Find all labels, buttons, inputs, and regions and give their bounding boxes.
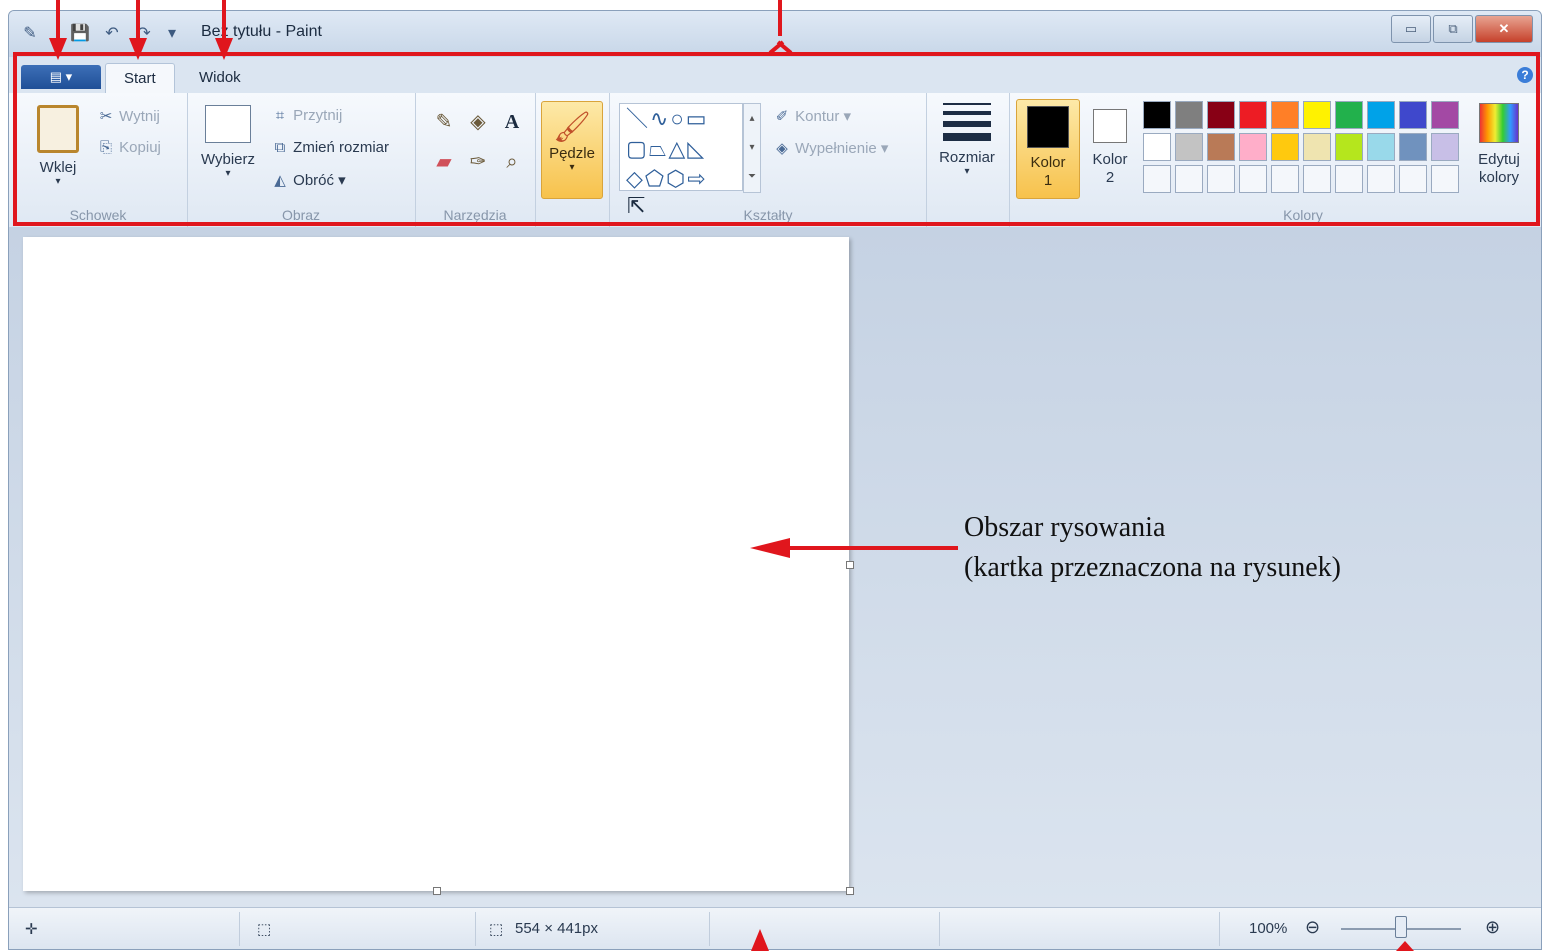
annotation-canvas-arrow-line (788, 546, 958, 550)
maximize-button[interactable]: ⧉ (1433, 15, 1473, 43)
save-icon[interactable]: 💾 (69, 23, 91, 45)
window-controls: ▭ ⧉ ✕ (1391, 15, 1533, 43)
annotation-canvas-text: Obszar rysowania (kartka przeznaczona na… (964, 508, 1341, 588)
minimize-button[interactable]: ▭ (1391, 15, 1431, 43)
zoom-in-button[interactable]: ⊕ (1485, 917, 1500, 938)
paint-app-icon[interactable]: ✎ (19, 23, 41, 45)
undo-icon[interactable]: ↶ (101, 23, 123, 45)
annotation-canvas-arrow-head (750, 538, 790, 558)
zoom-out-button[interactable]: ⊖ (1305, 917, 1320, 938)
image-size-text: 554 × 441px (515, 920, 598, 937)
annotation-line-2: (kartka przeznaczona na rysunek) (964, 552, 1342, 583)
annotation-arrow-start-line (136, 0, 140, 40)
selection-size-icon: ⬚ (257, 921, 272, 938)
annotation-arrow-file-line (56, 0, 60, 40)
annotation-arrow-file-head (49, 38, 67, 60)
annotation-line-1: Obszar rysowania (964, 512, 1166, 543)
zoom-level: 100% (1249, 920, 1288, 937)
image-size-icon: ⬚ (489, 921, 504, 938)
annotation-arrow-view-head (215, 38, 233, 60)
annotation-arrow-zoom-head (1396, 941, 1414, 951)
annotation-ribbon-bracket-stem (778, 0, 782, 36)
cursor-position-icon: ✛ (25, 921, 38, 938)
drawing-canvas[interactable] (23, 237, 849, 891)
annotation-arrow-view-line (222, 0, 226, 40)
ribbon-highlight-frame (13, 52, 1540, 226)
close-button[interactable]: ✕ (1475, 15, 1533, 43)
annotation-arrow-statusbar-head (751, 929, 769, 951)
zoom-slider-thumb[interactable] (1395, 916, 1407, 938)
canvas-resize-handle-bottom[interactable] (433, 887, 441, 895)
canvas-resize-handle-corner[interactable] (846, 887, 854, 895)
canvas-resize-handle-right[interactable] (846, 561, 854, 569)
customize-dropdown-icon[interactable]: ▾ (161, 23, 183, 45)
annotation-arrow-start-head (129, 38, 147, 60)
status-bar: ✛ ⬚ ⬚ 554 × 441px 100% ⊖ ⊕ (9, 907, 1541, 949)
